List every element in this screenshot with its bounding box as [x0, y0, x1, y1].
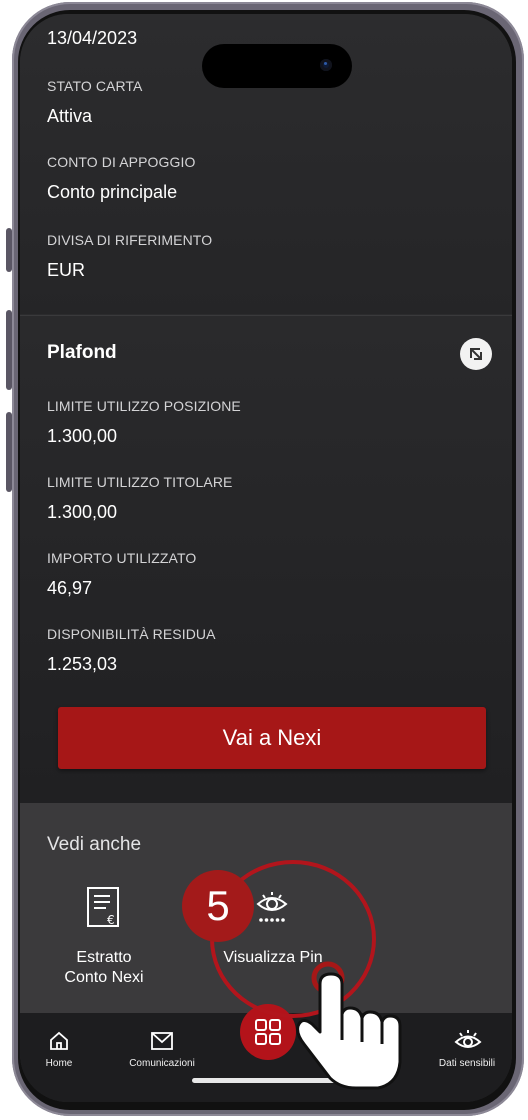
plafond-item-value: 46,97 — [47, 578, 93, 598]
volume-down-button — [6, 412, 12, 492]
plafond-item-value: 1.300,00 — [47, 426, 118, 446]
nav-home-label: Home — [45, 1058, 73, 1069]
divisa-label: DIVISA DI RIFERIMENTO — [47, 232, 213, 248]
stato-carta-label: STATO CARTA — [47, 78, 143, 94]
hand-pointer-icon — [296, 961, 402, 1090]
svg-text:€: € — [107, 913, 115, 927]
phone-screen: 13/04/2023 STATO CARTA Attiva CONTO DI A… — [20, 14, 512, 1102]
plafond-item-value: 1.253,03 — [47, 654, 118, 674]
estratto-conto-label-line2: Conto Nexi — [64, 969, 144, 986]
plafond-item-label: IMPORTO UTILIZZATO — [47, 550, 197, 566]
plafond-item-label: LIMITE UTILIZZO TITOLARE — [47, 474, 233, 490]
plafond-item-label: DISPONIBILITÀ RESIDUA — [47, 626, 216, 642]
mute-switch — [6, 228, 12, 272]
divisa-value: EUR — [47, 260, 86, 280]
plafond-item-label: LIMITE UTILIZZO POSIZIONE — [47, 398, 241, 414]
conto-appoggio-value: Conto principale — [47, 182, 178, 202]
document-euro-icon: € — [87, 887, 119, 927]
card-date: 13/04/2023 — [47, 28, 138, 48]
stato-carta-value: Attiva — [47, 106, 93, 126]
home-icon — [50, 1031, 68, 1050]
camera-icon — [320, 59, 332, 71]
plafond-item-value: 1.300,00 — [47, 502, 118, 522]
vai-a-nexi-button[interactable]: Vai a Nexi — [58, 707, 486, 769]
dynamic-island — [202, 44, 352, 88]
plafond-title: Plafond — [47, 342, 117, 363]
nav-comunicazioni-label: Comunicazioni — [129, 1058, 195, 1069]
estratto-conto-label-line1: Estratto — [76, 949, 132, 966]
nav-dati-sensibili-label: Dati sensibili — [438, 1058, 496, 1069]
conto-appoggio-label: CONTO DI APPOGGIO — [47, 154, 196, 170]
mail-icon — [151, 1032, 173, 1050]
expand-icon — [470, 348, 482, 360]
step-callout: 5 — [182, 870, 254, 942]
volume-up-button — [6, 310, 12, 390]
eye-icon — [454, 1030, 482, 1048]
expand-button[interactable] — [460, 338, 492, 370]
vedi-anche-title: Vedi anche — [47, 834, 142, 855]
grid-icon — [255, 1019, 281, 1045]
